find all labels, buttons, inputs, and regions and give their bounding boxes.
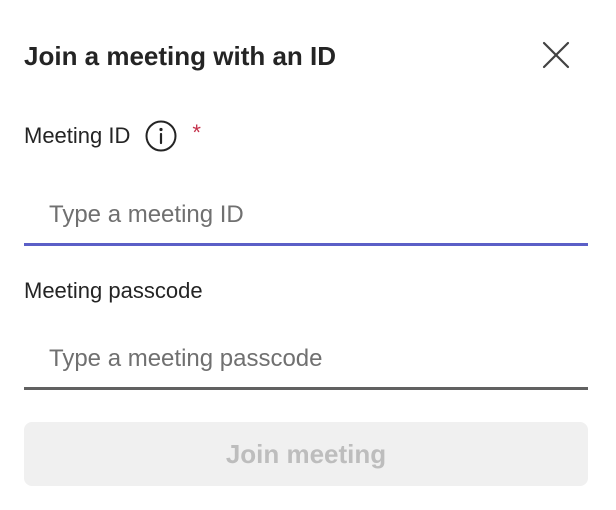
dialog-title: Join a meeting with an ID — [24, 41, 337, 71]
required-marker: * — [192, 120, 201, 145]
meeting-passcode-field-wrapper — [24, 330, 588, 390]
info-icon[interactable] — [144, 119, 178, 153]
meeting-id-label: Meeting ID — [24, 123, 131, 148]
meeting-passcode-input[interactable] — [24, 330, 588, 387]
meeting-id-field-wrapper — [24, 186, 588, 246]
close-button[interactable] — [540, 40, 572, 72]
join-meeting-button[interactable]: Join meeting — [24, 422, 588, 486]
meeting-id-input[interactable] — [24, 186, 588, 243]
close-icon — [542, 41, 570, 72]
meeting-passcode-label: Meeting passcode — [24, 278, 203, 303]
meeting-id-label-row: Meeting ID * — [24, 118, 201, 154]
join-meeting-dialog: Join a meeting with an ID Meeting ID * M… — [0, 0, 616, 510]
